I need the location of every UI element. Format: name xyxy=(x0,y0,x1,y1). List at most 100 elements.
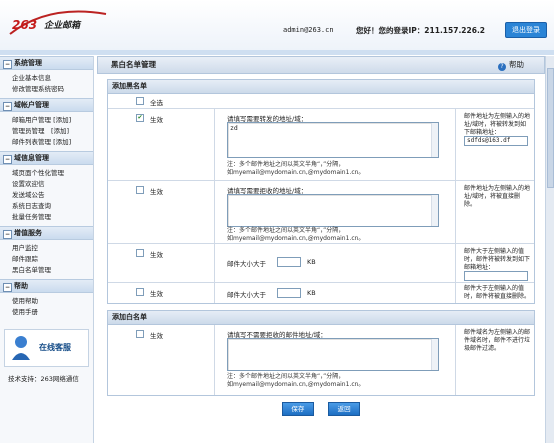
reject-hint: 注：多个邮件地址之间以英文半角“，”分隔， 如myemail@mydomain.c… xyxy=(227,227,364,243)
sidebar-links: 域页面个性化管理 设置欢迎信 发送域公告 系统日志查询 批量任务管理 xyxy=(0,165,93,226)
online-service-box[interactable]: 在线客服 xyxy=(4,329,89,367)
sidebar-link[interactable]: 用户监控 xyxy=(12,243,93,254)
sidebar-section-title: 帮助 xyxy=(14,282,28,290)
login-greeting: 您好！您的登录IP：211.157.226.2 xyxy=(356,26,486,35)
select-all-checkbox[interactable] xyxy=(136,97,144,105)
reject-note: 邮件地址为左侧输入的地址/域时，将被直接删除。 xyxy=(464,185,531,208)
sidebar-link[interactable]: 系统日志查询 xyxy=(12,201,93,212)
collapse-icon[interactable]: − xyxy=(3,230,12,239)
textarea-scrollbar[interactable] xyxy=(431,195,438,226)
whitelist-effective-checkbox[interactable] xyxy=(136,330,144,338)
whitelist-effective-label: 生效 xyxy=(150,332,163,340)
logo: 263 企业邮箱 xyxy=(9,10,107,35)
sidebar-link[interactable]: 发送域公告 xyxy=(12,190,93,201)
select-all-label: 全选 xyxy=(150,99,163,107)
sidebar-link[interactable]: 企业基本信息 xyxy=(12,73,93,84)
sidebar-section-header[interactable]: − 增值服务 xyxy=(0,226,93,240)
blacklist-title: 添加黑名单 xyxy=(108,80,534,94)
whitelist-address-textarea[interactable] xyxy=(227,338,439,371)
reject-rule-row: 生效 请填写需要拒收的地址/域： 注：多个邮件地址之间以英文半角“，”分隔， 如m… xyxy=(108,181,534,244)
collapse-icon[interactable]: − xyxy=(3,155,12,164)
whitelist-title: 添加白名单 xyxy=(108,311,534,325)
whitelist-hint-line2: 如myemail@mydomain.cn,@mydomain1.cn。 xyxy=(227,381,365,388)
sidebar-link[interactable]: 使用手册 xyxy=(12,307,93,318)
reject-effective-checkbox[interactable] xyxy=(136,186,144,194)
sidebar-link[interactable]: 使用帮助 xyxy=(12,296,93,307)
size-forward-checkbox[interactable] xyxy=(136,249,144,257)
sidebar-link[interactable]: 批量任务管理 xyxy=(12,212,93,223)
help-icon: ? xyxy=(498,63,506,71)
sidebar-link[interactable]: 修改管理系统密码 xyxy=(12,84,93,95)
admin-account: admin@263.cn xyxy=(283,26,334,34)
page-scrollbar[interactable] xyxy=(545,56,554,443)
sidebar-section-title: 域帐户管理 xyxy=(14,101,49,109)
forward-address-textarea[interactable]: zd xyxy=(227,122,439,158)
whitelist-hint: 注：多个邮件地址之间以英文半角“，”分隔， 如myemail@mydomain.c… xyxy=(227,373,364,389)
whitelist-section: 添加白名单 生效 请填写不需要拒收的邮件地址/域： 注：多个邮件地址之间以英文半… xyxy=(107,310,535,396)
tech-support: 技术支持：263网络通信 xyxy=(8,375,79,383)
size-delete-note: 邮件大于左侧输入的值时，邮件将被直接删除。 xyxy=(464,285,531,300)
size-forward-unit: KB xyxy=(307,258,316,266)
save-button[interactable]: 保存 xyxy=(281,402,314,416)
size-delete-label: 生效 xyxy=(150,290,163,298)
sidebar-link[interactable]: 黑白名单管理 xyxy=(12,265,93,276)
size-forward-text: 邮件大小大于 xyxy=(227,260,266,268)
sidebar-link[interactable]: 管理员管理 [添加] xyxy=(12,126,93,137)
blacklist-section: 添加黑名单 全选 ✔ 生效 请填写需要转发的地址/域： zd 注：多个邮件地址之间… xyxy=(107,79,535,304)
size-delete-row: 生效 邮件大小大于 KB 邮件大于左侧输入的值时，邮件将被直接删除。 xyxy=(108,283,534,303)
page-title-bar: 黑白名单管理 ? 帮助 xyxy=(97,56,545,74)
sidebar-links: 用户监控 邮件跟踪 黑白名单管理 xyxy=(0,240,93,279)
sidebar-section-header[interactable]: − 域帐户管理 xyxy=(0,98,93,112)
collapse-icon[interactable]: − xyxy=(3,102,12,111)
reject-address-textarea[interactable] xyxy=(227,194,439,227)
forward-hint: 注：多个邮件地址之间以英文半角“，”分隔， 如myemail@mydomain.c… xyxy=(227,161,364,177)
size-delete-input[interactable] xyxy=(277,288,301,298)
forward-hint-line1: 注：多个邮件地址之间以英文半角“，”分隔， xyxy=(227,161,345,168)
customer-service-icon xyxy=(12,336,30,360)
sidebar-link[interactable]: 邮箱用户管理 [添加] xyxy=(12,115,93,126)
textarea-scrollbar[interactable] xyxy=(431,123,438,157)
sidebar-link[interactable]: 邮件列表管理 [添加] xyxy=(12,137,93,148)
sidebar-links: 使用帮助 使用手册 xyxy=(0,293,93,321)
sidebar: − 系统管理 企业基本信息 修改管理系统密码 − 域帐户管理 邮箱用户管理 [添加] 管理员管… xyxy=(0,56,94,443)
forward-note: 邮件地址为左侧输入的地址/域时，将被转发到如下邮箱地址： xyxy=(464,113,531,136)
whitelist-hint-line1: 注：多个邮件地址之间以英文半角“，”分隔， xyxy=(227,373,345,380)
size-delete-unit: KB xyxy=(307,289,316,297)
back-button[interactable]: 返回 xyxy=(328,402,361,416)
sidebar-link[interactable]: 设置欢迎信 xyxy=(12,179,93,190)
page-title: 黑白名单管理 xyxy=(111,60,156,69)
whitelist-note: 邮件域名为左侧输入的邮件域名时，邮件不进行垃圾邮件过滤。 xyxy=(464,329,531,352)
forward-to-input[interactable]: sdfds@163.df xyxy=(464,136,528,146)
sidebar-links: 企业基本信息 修改管理系统密码 xyxy=(0,70,93,98)
reject-hint-line2: 如myemail@mydomain.cn,@mydomain1.cn。 xyxy=(227,235,365,242)
size-delete-checkbox[interactable] xyxy=(136,288,144,296)
sidebar-section-title: 系统管理 xyxy=(14,59,42,67)
sidebar-links: 邮箱用户管理 [添加] 管理员管理 [添加] 邮件列表管理 [添加] xyxy=(0,112,93,151)
sidebar-section-title: 域信息管理 xyxy=(14,154,49,162)
forward-hint-line2: 如myemail@mydomain.cn,@mydomain1.cn。 xyxy=(227,169,365,176)
help-link[interactable]: ? 帮助 xyxy=(498,57,524,73)
online-service-label: 在线客服 xyxy=(39,343,71,352)
sidebar-section-header[interactable]: − 域信息管理 xyxy=(0,151,93,165)
size-forward-address-input[interactable] xyxy=(464,271,528,281)
sidebar-section-header[interactable]: − 系统管理 xyxy=(0,56,93,70)
reject-effective-label: 生效 xyxy=(150,188,163,196)
forward-effective-label: 生效 xyxy=(150,116,163,124)
form-actions: 保存 返回 xyxy=(97,402,545,416)
sidebar-section-header[interactable]: − 帮助 xyxy=(0,279,93,293)
textarea-scrollbar[interactable] xyxy=(431,339,438,370)
logout-button[interactable]: 退出登录 xyxy=(505,22,547,38)
collapse-icon[interactable]: − xyxy=(3,283,12,292)
header-divider xyxy=(0,50,554,55)
reject-hint-line1: 注：多个邮件地址之间以英文半角“，”分隔， xyxy=(227,227,345,234)
scrollbar-thumb[interactable] xyxy=(547,68,554,188)
sidebar-link[interactable]: 域页面个性化管理 xyxy=(12,168,93,179)
forward-rule-row: ✔ 生效 请填写需要转发的地址/域： zd 注：多个邮件地址之间以英文半角“，”分… xyxy=(108,109,534,181)
size-delete-text: 邮件大小大于 xyxy=(227,291,266,299)
forward-effective-checkbox[interactable]: ✔ xyxy=(136,114,144,122)
select-all-row: 全选 xyxy=(108,94,534,109)
size-forward-input[interactable] xyxy=(277,257,301,267)
collapse-icon[interactable]: − xyxy=(3,60,12,69)
size-forward-note: 邮件大于左侧输入的值时，邮件将被转发到如下邮箱地址： xyxy=(464,248,531,271)
sidebar-link[interactable]: 邮件跟踪 xyxy=(12,254,93,265)
